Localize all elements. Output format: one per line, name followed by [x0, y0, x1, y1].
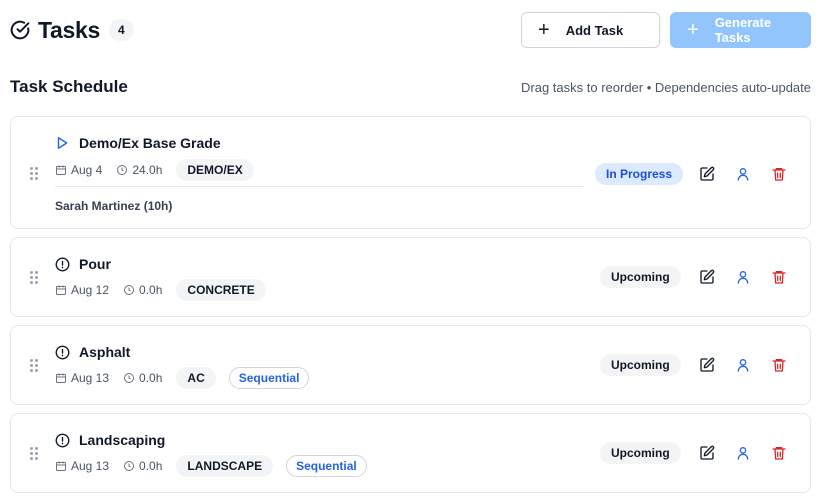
edit-icon[interactable]: [697, 267, 717, 287]
task-meta: Aug 12 0.0h CONCRETE: [55, 279, 279, 301]
status-badge: Upcoming: [600, 354, 681, 376]
generate-tasks-label: Generate Tasks: [714, 15, 772, 45]
status-badge: Upcoming: [600, 442, 681, 464]
add-task-label: Add Task: [565, 22, 624, 38]
task-meta: Aug 13 0.0h AC Sequential: [55, 367, 310, 389]
clock-icon: [124, 461, 135, 471]
edit-icon[interactable]: [697, 443, 717, 463]
task-title: Landscaping: [55, 432, 165, 448]
section-hint: Drag tasks to reorder • Dependencies aut…: [521, 79, 811, 95]
calendar-icon: [56, 165, 66, 175]
clock-icon: [124, 373, 135, 383]
task-meta: Aug 13 0.0h LANDSCAPE Sequential: [55, 455, 367, 477]
add-task-button[interactable]: + Add Task: [521, 12, 660, 48]
delete-icon[interactable]: [769, 267, 789, 287]
assign-user-icon[interactable]: [733, 355, 753, 375]
task-date: Aug 4: [55, 163, 102, 177]
alert-circle-icon: [55, 256, 71, 272]
alert-circle-icon: [55, 432, 71, 448]
task-title: Pour: [55, 256, 111, 272]
task-title-text: Landscaping: [79, 432, 166, 448]
task-title: Demo/Ex Base Grade: [55, 135, 221, 151]
task-hours: 0.0h: [123, 283, 162, 297]
delete-icon[interactable]: [769, 164, 789, 184]
trade-tag: DEMO/EX: [176, 159, 254, 181]
task-title-text: Asphalt: [79, 344, 131, 360]
task-meta: Aug 4 24.0h DEMO/EX: [55, 159, 267, 181]
divider: [55, 186, 583, 187]
task-card[interactable]: Landscaping Aug 13 0.0h LANDSCAPE Sequen…: [10, 413, 811, 493]
task-title: Asphalt: [55, 344, 130, 360]
task-title-text: Demo/Ex Base Grade: [79, 135, 221, 151]
task-schedule-header: Task Schedule Drag tasks to reorder • De…: [10, 76, 811, 98]
sequential-tag: Sequential: [286, 455, 367, 477]
plus-icon: +: [538, 19, 550, 41]
section-title: Task Schedule: [10, 77, 128, 96]
check-circle-icon: [10, 19, 32, 41]
drag-handle-icon[interactable]: [30, 359, 38, 373]
drag-handle-icon[interactable]: [30, 167, 38, 181]
trade-tag: LANDSCAPE: [176, 455, 274, 477]
title-group: Tasks 4: [10, 17, 134, 44]
task-hours: 24.0h: [116, 163, 162, 177]
status-badge: Upcoming: [600, 266, 681, 288]
task-hours: 0.0h: [123, 371, 162, 385]
assign-user-icon[interactable]: [733, 267, 753, 287]
calendar-icon: [56, 461, 66, 471]
trade-tag: CONCRETE: [176, 279, 266, 301]
plus-icon: +: [687, 19, 699, 41]
trade-tag: AC: [176, 367, 216, 389]
alert-circle-icon: [55, 344, 71, 360]
task-date: Aug 12: [55, 283, 109, 297]
clock-icon: [117, 165, 128, 175]
assignee-label: Sarah Martinez (10h): [55, 199, 173, 213]
play-icon: [55, 135, 71, 151]
calendar-icon: [56, 285, 66, 295]
task-hours: 0.0h: [123, 459, 162, 473]
task-count-badge: 4: [109, 19, 134, 41]
page-title: Tasks: [38, 16, 101, 43]
edit-icon[interactable]: [697, 355, 717, 375]
drag-handle-icon[interactable]: [30, 447, 38, 461]
task-card[interactable]: Pour Aug 12 0.0h CONCRETE Upcoming: [10, 237, 811, 317]
delete-icon[interactable]: [769, 443, 789, 463]
task-card[interactable]: Demo/Ex Base Grade Aug 4 24.0h DEMO/EX S…: [10, 116, 811, 229]
status-badge: In Progress: [595, 163, 684, 185]
task-title-text: Pour: [79, 256, 111, 272]
edit-icon[interactable]: [697, 164, 717, 184]
task-card[interactable]: Asphalt Aug 13 0.0h AC Sequential Upcomi…: [10, 325, 811, 405]
delete-icon[interactable]: [769, 355, 789, 375]
clock-icon: [124, 285, 135, 295]
generate-tasks-button[interactable]: + Generate Tasks: [670, 12, 811, 48]
drag-handle-icon[interactable]: [30, 271, 38, 285]
page-header: Tasks 4 + Add Task + Generate Tasks: [10, 12, 811, 48]
task-date: Aug 13: [55, 371, 109, 385]
task-date: Aug 13: [55, 459, 109, 473]
assign-user-icon[interactable]: [733, 443, 753, 463]
sequential-tag: Sequential: [228, 367, 310, 389]
calendar-icon: [56, 373, 66, 383]
assign-user-icon[interactable]: [733, 164, 753, 184]
